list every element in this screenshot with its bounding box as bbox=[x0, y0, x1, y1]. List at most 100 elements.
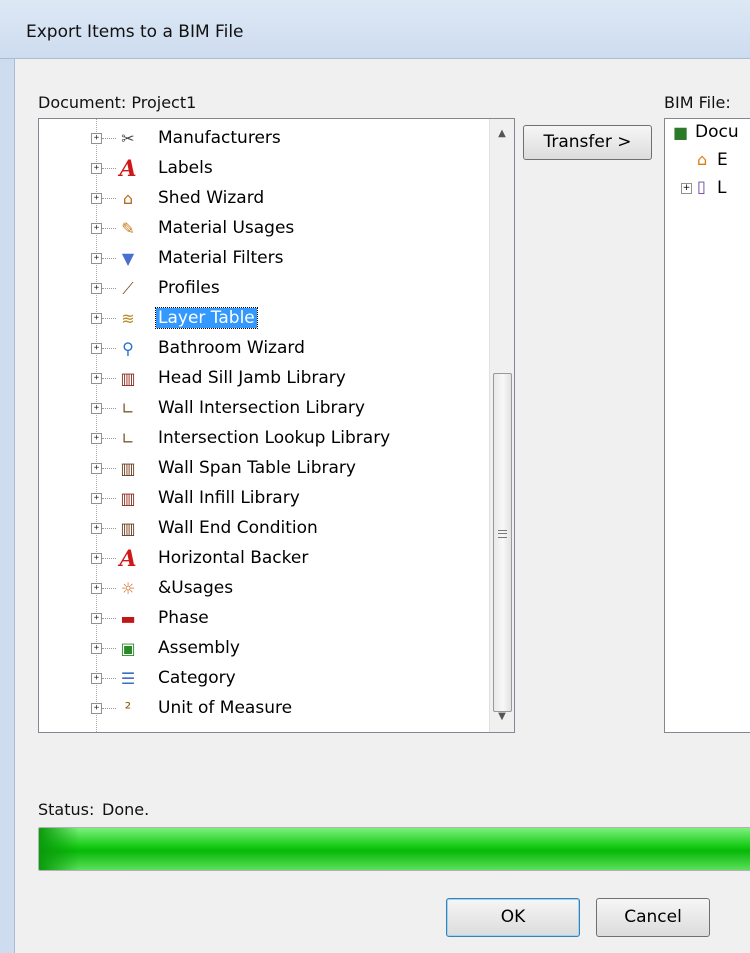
tree-scrollbar[interactable]: ▲ ▼ bbox=[489, 119, 514, 732]
expand-icon[interactable]: + bbox=[91, 493, 102, 504]
shed-icon: ⌂ bbox=[122, 189, 134, 208]
window-frame bbox=[0, 0, 15, 953]
expand-icon[interactable]: + bbox=[91, 193, 102, 204]
tree-item-label[interactable]: Labels bbox=[156, 158, 215, 178]
expand-icon[interactable]: + bbox=[91, 583, 102, 594]
tree-item-label[interactable]: Profiles bbox=[156, 278, 222, 298]
squared-icon: ² bbox=[124, 699, 132, 718]
tree-item[interactable]: + ▥ Wall Infill Library bbox=[39, 485, 479, 513]
expand-icon[interactable]: + bbox=[91, 433, 102, 444]
tree-item-label[interactable]: Wall Span Table Library bbox=[156, 458, 358, 478]
wall-infill-icon: ▥ bbox=[120, 489, 136, 508]
tree-item-label[interactable]: Wall Infill Library bbox=[156, 488, 302, 508]
tree-item-label[interactable]: Wall Intersection Library bbox=[156, 398, 367, 418]
tree-item[interactable]: + ▥ Wall Span Table Library bbox=[39, 455, 479, 483]
tree-item-label[interactable]: Material Usages bbox=[156, 218, 296, 238]
tree-item[interactable]: + ☼ &Usages bbox=[39, 575, 479, 603]
tree-item[interactable]: + ▣ Assembly bbox=[39, 635, 479, 663]
house-icon: ⌂ bbox=[697, 150, 708, 169]
scroll-grip-icon bbox=[498, 530, 507, 538]
tree-item-label[interactable]: Unit of Measure bbox=[156, 698, 294, 718]
expand-icon[interactable]: + bbox=[91, 553, 102, 564]
tree-item-label[interactable]: Category bbox=[156, 668, 238, 688]
document-label: Document: Project1 bbox=[38, 93, 197, 112]
document-tree[interactable]: ▲ ▼ + ✂ Manufacturers + A Labels + ⌂ Shed Wizard… bbox=[38, 118, 515, 733]
expand-icon[interactable]: + bbox=[91, 283, 102, 294]
expand-icon[interactable]: + bbox=[91, 343, 102, 354]
ok-button[interactable]: OK bbox=[446, 898, 580, 937]
expand-icon[interactable]: + bbox=[91, 463, 102, 474]
tree-connector bbox=[102, 258, 116, 259]
scissors-icon: ✂ bbox=[121, 129, 135, 148]
tree-item[interactable]: + ² Unit of Measure bbox=[39, 695, 479, 723]
tree-item-label[interactable]: Material Filters bbox=[156, 248, 285, 268]
scroll-down-arrow[interactable]: ▼ bbox=[490, 706, 514, 728]
tree-item-label[interactable]: Head Sill Jamb Library bbox=[156, 368, 348, 388]
bim-root-label[interactable]: Docu bbox=[695, 122, 739, 142]
expand-icon[interactable]: + bbox=[91, 403, 102, 414]
tree-item-label[interactable]: Horizontal Backer bbox=[156, 548, 310, 568]
tree-connector bbox=[102, 498, 116, 499]
tree-connector bbox=[102, 378, 116, 379]
tree-item-label[interactable]: Shed Wizard bbox=[156, 188, 266, 208]
truck-icon: ▬ bbox=[120, 609, 136, 628]
tree-item[interactable]: + ☰ Category bbox=[39, 665, 479, 693]
tree-item[interactable]: + ▥ Wall End Condition bbox=[39, 515, 479, 543]
tree-item[interactable]: + ⟋ Profiles bbox=[39, 275, 479, 303]
tree-item[interactable]: + A Labels bbox=[39, 155, 479, 183]
bim-child-1-label[interactable]: E bbox=[717, 150, 728, 170]
transfer-button[interactable]: Transfer > bbox=[523, 125, 652, 160]
tree-item[interactable]: + A Horizontal Backer bbox=[39, 545, 479, 573]
tree-item-label[interactable]: &Usages bbox=[156, 578, 235, 598]
tree-item[interactable]: + ▼ Material Filters bbox=[39, 245, 479, 273]
tree-item-label[interactable]: Layer Table bbox=[155, 307, 258, 329]
tree-item[interactable]: + ▥ Head Sill Jamb Library bbox=[39, 365, 479, 393]
tree-connector bbox=[102, 588, 116, 589]
tree-item-label[interactable]: Assembly bbox=[156, 638, 242, 658]
expand-icon[interactable]: + bbox=[91, 613, 102, 624]
expand-icon[interactable]: + bbox=[91, 373, 102, 384]
document-icon: ■ bbox=[673, 123, 689, 142]
tree-item[interactable]: + ∟ Wall Intersection Library bbox=[39, 395, 479, 423]
bim-file-tree[interactable]: ■ Docu ⌂ E + ▯ L bbox=[664, 118, 750, 733]
profile-icon: ⟋ bbox=[122, 279, 134, 298]
tree-connector bbox=[102, 138, 116, 139]
title-bar[interactable]: Export Items to a BIM File bbox=[0, 0, 750, 59]
list-icon: ☰ bbox=[120, 669, 136, 688]
cancel-button[interactable]: Cancel bbox=[596, 898, 710, 937]
l-bracket-icon: ∟ bbox=[121, 429, 135, 448]
tree-item-label[interactable]: Phase bbox=[156, 608, 211, 628]
bim-expand-icon[interactable]: + bbox=[681, 183, 692, 194]
expand-icon[interactable]: + bbox=[91, 133, 102, 144]
bim-child-2-label[interactable]: L bbox=[717, 178, 726, 198]
expand-icon[interactable]: + bbox=[91, 313, 102, 324]
scroll-thumb[interactable] bbox=[493, 373, 512, 712]
tree-item[interactable]: + ✎ Material Usages bbox=[39, 215, 479, 243]
tree-item-label[interactable]: Bathroom Wizard bbox=[156, 338, 307, 358]
expand-icon[interactable]: + bbox=[91, 643, 102, 654]
expand-icon[interactable]: + bbox=[91, 703, 102, 714]
tree-item[interactable]: + ∟ Intersection Lookup Library bbox=[39, 425, 479, 453]
wall-span-icon: ▥ bbox=[120, 459, 136, 478]
l-bracket-icon: ∟ bbox=[121, 399, 135, 418]
tree-item-label[interactable]: Manufacturers bbox=[156, 128, 283, 148]
tree-item[interactable]: + ▬ Phase bbox=[39, 605, 479, 633]
expand-icon[interactable]: + bbox=[91, 223, 102, 234]
tree-item-label[interactable]: Intersection Lookup Library bbox=[156, 428, 392, 448]
tree-connector bbox=[102, 348, 116, 349]
tree-item[interactable]: + ⌂ Shed Wizard bbox=[39, 185, 479, 213]
expand-icon[interactable]: + bbox=[91, 253, 102, 264]
progress-fill bbox=[39, 828, 750, 870]
expand-icon[interactable]: + bbox=[91, 523, 102, 534]
expand-icon[interactable]: + bbox=[91, 163, 102, 174]
scroll-up-arrow[interactable]: ▲ bbox=[490, 123, 514, 145]
tree-item-label[interactable]: Wall End Condition bbox=[156, 518, 320, 538]
tree-connector bbox=[102, 168, 116, 169]
assembly-icon: ▣ bbox=[120, 639, 136, 658]
window-title: Export Items to a BIM File bbox=[26, 22, 244, 42]
tree-item[interactable]: + ⚲ Bathroom Wizard bbox=[39, 335, 479, 363]
tree-item[interactable]: + ≋ Layer Table bbox=[39, 305, 479, 333]
tree-item[interactable]: + ✂ Manufacturers bbox=[39, 125, 479, 153]
book-icon: ▯ bbox=[697, 177, 706, 196]
expand-icon[interactable]: + bbox=[91, 673, 102, 684]
